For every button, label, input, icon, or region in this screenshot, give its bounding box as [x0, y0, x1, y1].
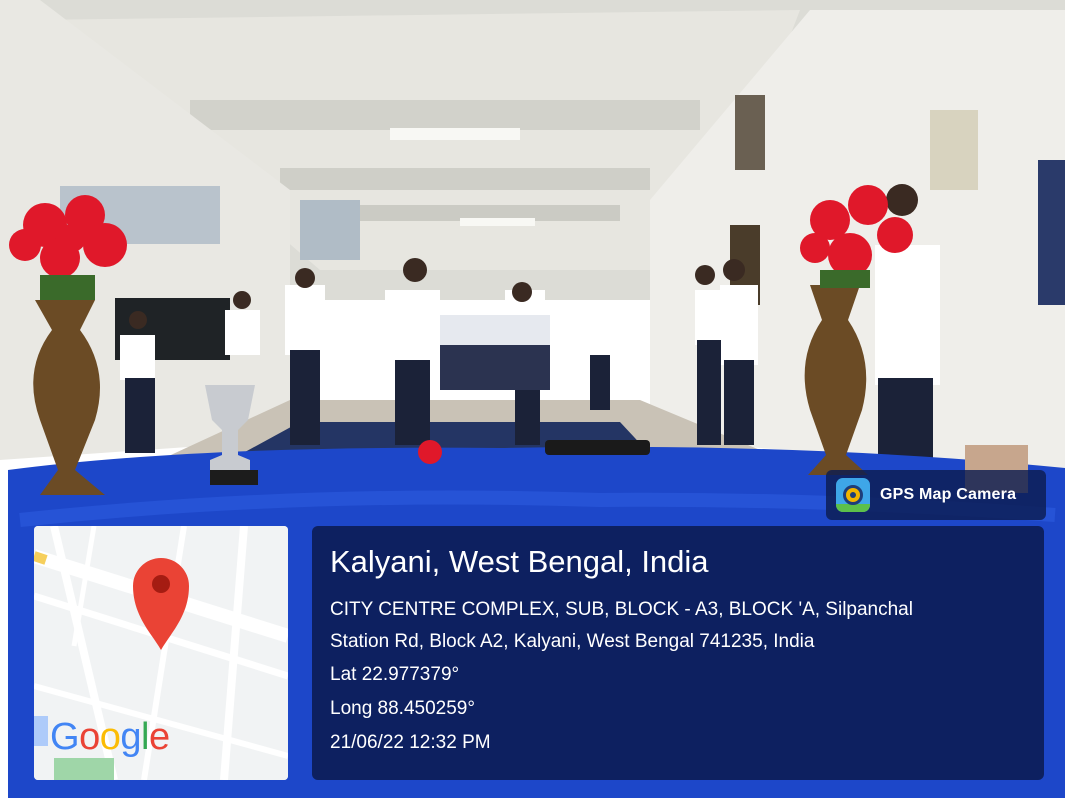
- address-line-1: CITY CENTRE COMPLEX, SUB, BLOCK - A3, BL…: [330, 599, 913, 620]
- gps-map-camera-badge: GPS Map Camera: [826, 470, 1046, 520]
- longitude: Long 88.450259°: [330, 698, 475, 719]
- location-info-panel: Kalyani, West Bengal, India CITY CENTRE …: [312, 526, 1044, 780]
- badge-label: GPS Map Camera: [880, 486, 1017, 503]
- address-line-2: Station Rd, Block A2, Kalyani, West Beng…: [330, 631, 815, 652]
- datetime: 21/06/22 12:32 PM: [330, 732, 491, 753]
- map-thumbnail: Google: [34, 526, 288, 780]
- gps-map-camera-icon: [836, 478, 870, 512]
- place-name: Kalyani, West Bengal, India: [330, 544, 709, 579]
- latitude: Lat 22.977379°: [330, 664, 460, 685]
- google-logo: Google: [50, 716, 170, 758]
